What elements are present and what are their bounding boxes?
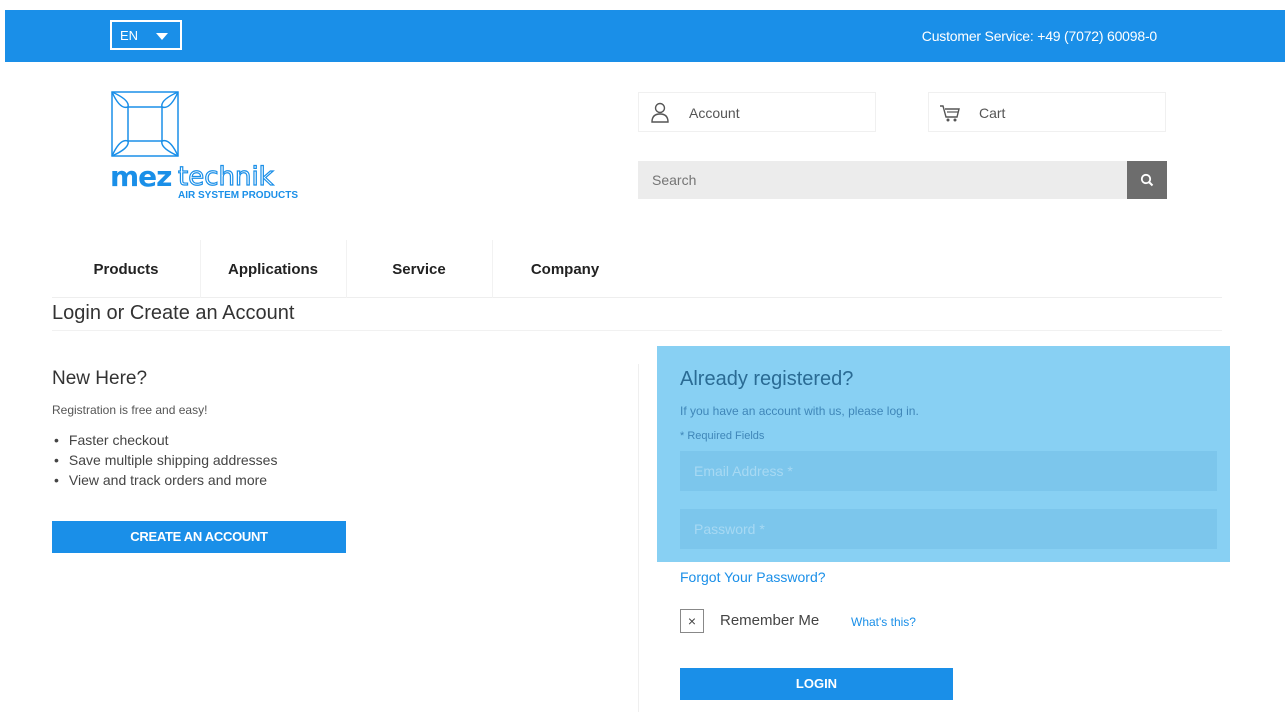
logo-mark-icon <box>111 91 179 157</box>
language-label: EN <box>120 28 139 43</box>
nav-item-applications[interactable]: Applications <box>200 240 346 298</box>
benefits-list: Faster checkout Save multiple shipping a… <box>52 430 278 490</box>
new-customer-heading: New Here? <box>52 368 148 389</box>
remember-me-checkbox[interactable]: × <box>680 609 704 633</box>
logo-wordmark: mez technik <box>110 160 300 193</box>
whats-this-link[interactable]: What's this? <box>851 615 916 629</box>
login-button[interactable]: LOGIN <box>680 668 953 700</box>
site-logo[interactable]: mez technik AIR SYSTEM PRODUCTS <box>110 90 300 205</box>
page-title: Login or Create an Account <box>52 302 295 324</box>
language-selector[interactable]: EN <box>110 20 182 50</box>
login-subtitle: If you have an account with us, please l… <box>680 404 919 418</box>
create-account-button[interactable]: CREATE AN ACCOUNT <box>52 521 346 553</box>
logo-brand-left: mez <box>110 160 172 193</box>
nav-item-service[interactable]: Service <box>346 240 492 298</box>
search-icon <box>1140 173 1154 187</box>
login-heading: Already registered? <box>680 368 854 390</box>
list-item: Faster checkout <box>52 430 277 450</box>
remember-me-label: Remember Me <box>720 612 820 629</box>
account-link[interactable]: Account <box>638 92 876 132</box>
cart-icon <box>940 105 960 122</box>
password-field[interactable] <box>680 509 1217 549</box>
cart-link[interactable]: Cart <box>928 92 1166 132</box>
logo-tagline: AIR SYSTEM PRODUCTS <box>178 190 299 201</box>
required-fields-note: * Required Fields <box>680 430 765 442</box>
search-button[interactable] <box>1127 161 1167 199</box>
list-item: Save multiple shipping addresses <box>52 450 278 470</box>
user-icon <box>651 102 669 123</box>
account-label: Account <box>689 105 740 121</box>
list-item: View and track orders and more <box>52 470 277 490</box>
new-customer-subtitle: Registration is free and easy! <box>52 403 208 417</box>
cart-label: Cart <box>979 105 1006 121</box>
logo-brand-right: technik <box>177 161 274 192</box>
nav-item-products[interactable]: Products <box>52 240 200 298</box>
nav-item-company[interactable]: Company <box>492 240 638 298</box>
main-nav: Products Applications Service Company <box>52 240 1222 298</box>
search-input[interactable] <box>638 161 1127 199</box>
customer-service-phone[interactable]: Customer Service: +49 (7072) 60098-0 <box>922 28 1157 44</box>
chevron-down-icon <box>156 33 168 40</box>
top-bar: EN Customer Service: +49 (7072) 60098-0 <box>5 10 1285 62</box>
column-divider <box>638 364 639 712</box>
title-divider <box>52 330 1222 331</box>
forgot-password-link[interactable]: Forgot Your Password? <box>680 569 826 585</box>
email-field[interactable] <box>680 451 1217 491</box>
